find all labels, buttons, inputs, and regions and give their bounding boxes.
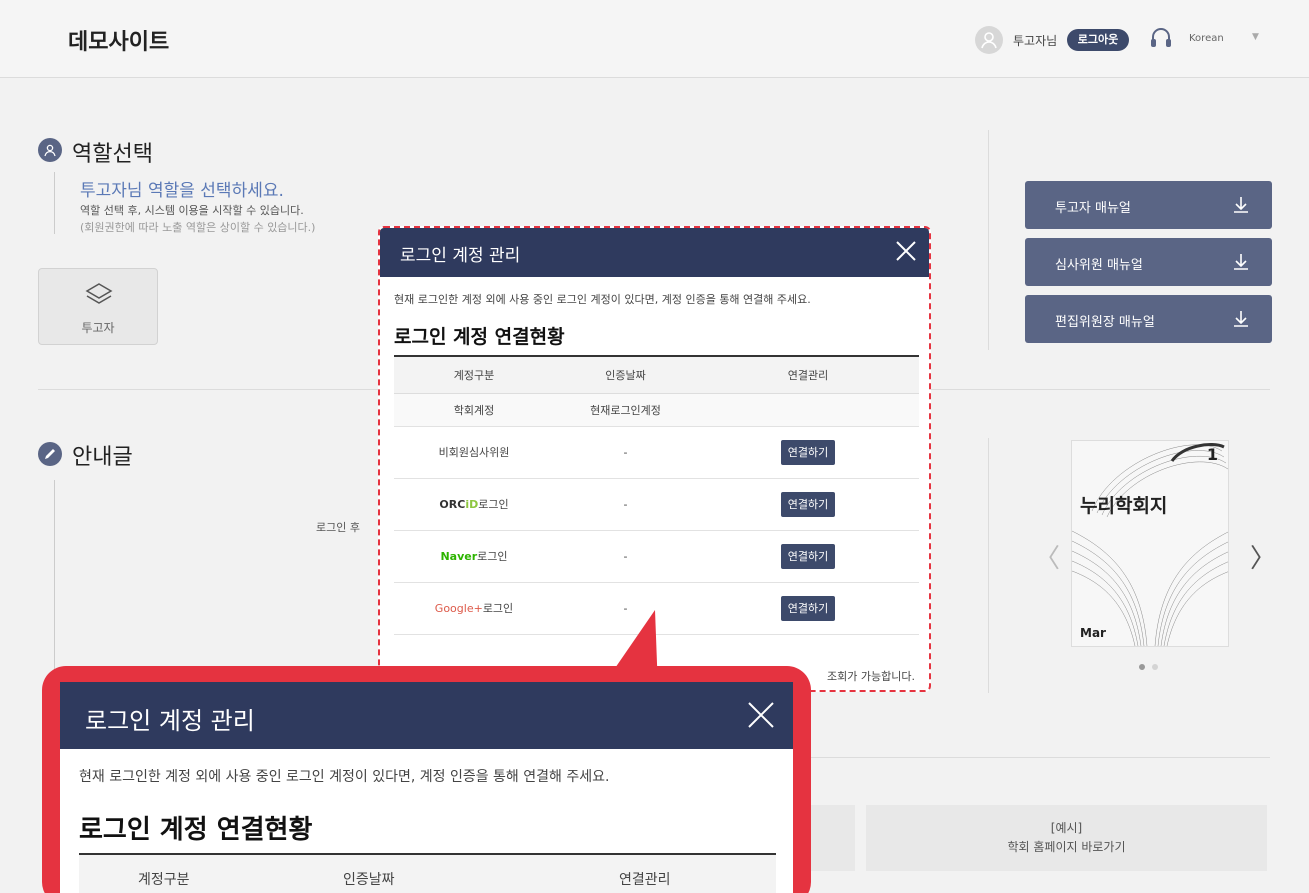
- zoomed-modal-description: 현재 로그인한 계정 외에 사용 중인 로그인 계정이 있다면, 계정 인증을 …: [79, 769, 610, 785]
- homepage-link-label: 학회 홈페이지 바로가기: [1007, 840, 1126, 854]
- logout-button[interactable]: 로그아웃: [1067, 29, 1129, 51]
- column-header: 계정구분: [394, 356, 554, 394]
- column-header: 연결관리: [697, 356, 919, 394]
- chevron-left-icon[interactable]: 〈: [1034, 538, 1060, 575]
- connection-cell: 연결하기: [697, 478, 919, 531]
- orcid-id-label: iD: [465, 498, 479, 511]
- download-icon: [1232, 195, 1250, 219]
- connection-cell: 연결하기: [697, 530, 919, 583]
- login-suffix: 로그인: [478, 498, 509, 511]
- language-select[interactable]: Korean: [1189, 33, 1224, 44]
- zoomed-column-header: 계정구분: [138, 872, 190, 888]
- zoomed-column-header: 연결관리: [619, 872, 671, 888]
- modal-header: 로그인 계정 관리: [380, 228, 929, 277]
- auth-date: -: [554, 530, 697, 583]
- connect-button[interactable]: 연결하기: [780, 491, 836, 517]
- journal-cover[interactable]: 1 누리학회지 Mar: [1071, 440, 1229, 647]
- manual-label: 편집위원장 매뉴얼: [1055, 315, 1155, 330]
- account-table: 계정구분 인증날짜 연결관리 학회계정 현재로그인계정 비회원심사위원 - 연결…: [394, 355, 919, 635]
- zoomed-modal-subtitle: 로그인 계정 연결현황: [79, 815, 313, 845]
- account-type: Naver로그인: [394, 530, 554, 583]
- role-description: 역할 선택 후, 시스템 이용을 시작할 수 있습니다.: [80, 204, 304, 217]
- user-icon: [38, 138, 62, 162]
- journal-month: Mar: [1080, 626, 1106, 640]
- headset-icon[interactable]: [1150, 26, 1172, 56]
- connect-button[interactable]: 연결하기: [780, 543, 836, 569]
- naver-label: Naver: [440, 550, 478, 563]
- account-type: ORCiD로그인: [394, 478, 554, 531]
- journal-issue: 1: [1206, 445, 1218, 464]
- divider: [988, 438, 989, 693]
- manual-download-button[interactable]: 심사위원 매뉴얼: [1025, 238, 1272, 286]
- zoomed-modal-title: 로그인 계정 관리: [85, 707, 255, 735]
- zoomed-column-header: 인증날짜: [343, 872, 395, 888]
- manual-label: 심사위원 매뉴얼: [1055, 258, 1143, 273]
- user-name: 투고자님: [1013, 34, 1058, 48]
- divider: [988, 130, 989, 350]
- close-icon[interactable]: [895, 240, 917, 266]
- user-avatar-icon: [975, 26, 1003, 54]
- journal-title: 누리학회지: [1080, 495, 1168, 517]
- download-icon: [1232, 309, 1250, 333]
- role-note: (회원권한에 따라 노출 역할은 상이할 수 있습니다.): [80, 221, 316, 234]
- notice-vertical-line: [54, 480, 55, 690]
- table-row: Naver로그인 - 연결하기: [394, 530, 919, 583]
- modal-subtitle: 로그인 계정 연결현황: [394, 326, 565, 348]
- table-row: 비회원심사위원 - 연결하기: [394, 426, 919, 479]
- download-icon: [1232, 252, 1250, 276]
- notice-section-title: 안내글: [72, 445, 133, 470]
- layers-icon: [85, 281, 113, 313]
- homepage-link-tag: [예시]: [1050, 821, 1083, 835]
- table-row: 학회계정 현재로그인계정: [394, 393, 919, 427]
- role-vertical-line: [54, 172, 55, 234]
- table-header-row: 계정구분 인증날짜 연결관리: [394, 356, 919, 394]
- connection-cell: 연결하기: [697, 426, 919, 479]
- journal-art: [1072, 443, 1228, 646]
- divider: [988, 389, 1270, 390]
- manual-label: 투고자 매뉴얼: [1055, 201, 1131, 216]
- manual-download-button[interactable]: 투고자 매뉴얼: [1025, 181, 1272, 229]
- google-label: Google+: [434, 602, 483, 615]
- modal-footer-text: 조회가 가능합니다.: [827, 670, 915, 683]
- connection-cell: [697, 393, 919, 427]
- auth-date: 현재로그인계정: [554, 393, 697, 427]
- role-lead-text: 투고자님 역할을 선택하세요.: [80, 181, 284, 201]
- modal-title: 로그인 계정 관리: [400, 246, 521, 266]
- connect-button[interactable]: 연결하기: [780, 595, 836, 621]
- account-type: 비회원심사위원: [394, 426, 554, 479]
- modal-description: 현재 로그인한 계정 외에 사용 중인 로그인 계정이 있다면, 계정 인증을 …: [394, 293, 811, 306]
- notice-text: 로그인 후: [316, 521, 360, 534]
- homepage-link[interactable]: [예시] 학회 홈페이지 바로가기: [866, 805, 1267, 871]
- login-suffix: 로그인: [477, 550, 508, 563]
- site-title[interactable]: 데모사이트: [68, 24, 169, 56]
- connect-button[interactable]: 연결하기: [780, 439, 836, 465]
- account-type: Google+로그인: [394, 582, 554, 635]
- column-header: 인증날짜: [554, 356, 697, 394]
- auth-date: -: [554, 426, 697, 479]
- table-row: ORCiD로그인 - 연결하기: [394, 478, 919, 531]
- close-icon[interactable]: [747, 701, 775, 733]
- role-card-label: 투고자: [81, 321, 115, 335]
- auth-date: -: [554, 478, 697, 531]
- login-suffix: 로그인: [482, 602, 514, 615]
- divider: [790, 757, 1270, 758]
- carousel-dot[interactable]: [1152, 664, 1158, 670]
- chevron-down-icon[interactable]: ▼: [1252, 32, 1259, 42]
- orcid-label: ORC: [439, 498, 466, 511]
- role-section-title: 역할선택: [72, 142, 153, 167]
- account-type: 학회계정: [394, 393, 554, 427]
- carousel-dot-active[interactable]: [1139, 664, 1145, 670]
- role-card-author[interactable]: 투고자: [38, 268, 158, 345]
- manual-download-button[interactable]: 편집위원장 매뉴얼: [1025, 295, 1272, 343]
- pencil-icon: [38, 442, 62, 466]
- zoomed-modal: 로그인 계정 관리 현재 로그인한 계정 외에 사용 중인 로그인 계정이 있다…: [60, 682, 793, 893]
- chevron-right-icon[interactable]: 〉: [1250, 538, 1276, 575]
- connection-cell: 연결하기: [697, 582, 919, 635]
- zoomed-modal-header: 로그인 계정 관리: [60, 682, 793, 749]
